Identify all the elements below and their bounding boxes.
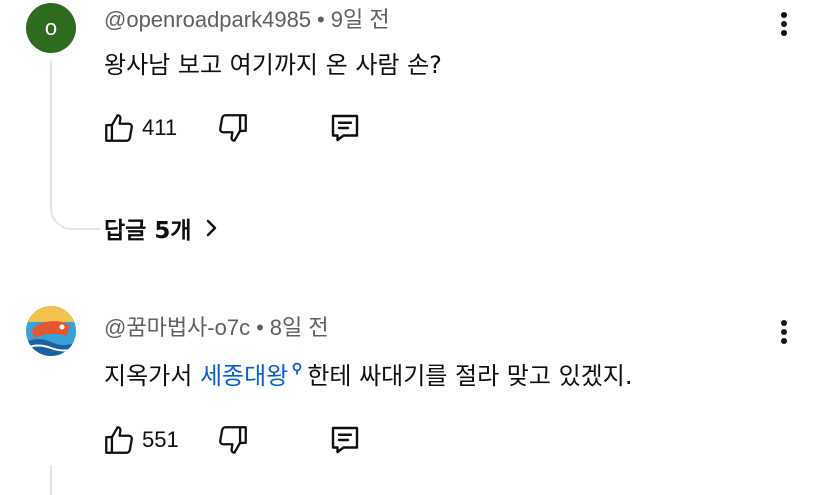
comment: o @openroadpark4985 • 9일 전 왕사남 보고 여기까지 온 사…: [0, 0, 835, 265]
comment-actions: 551: [102, 420, 359, 460]
author-name[interactable]: @꿈마법사-o7c: [104, 315, 250, 340]
thread-line: [50, 465, 52, 495]
more-vert-icon: [781, 12, 787, 18]
dislike-button[interactable]: [216, 420, 250, 460]
replies-toggle[interactable]: 답글 5개: [104, 211, 220, 245]
search-link[interactable]: 세종대왕: [200, 362, 288, 390]
thumb-up-icon: [105, 426, 133, 454]
comment-text-before: 지옥가서: [104, 362, 200, 390]
search-icon[interactable]: [291, 356, 303, 384]
comment-text: 지옥가서 세종대왕 한테 싸대기를 절라 맞고 있겠지.: [104, 356, 632, 391]
thread-line: [50, 60, 100, 230]
comment: @꿈마법사-o7c • 8일 전 지옥가서 세종대왕 한테 싸대기를 절라 맞고 있겠…: [0, 300, 835, 495]
comment-text-after: 한테 싸대기를 절라 맞고 있겠지.: [307, 362, 633, 390]
chevron-right-icon: [206, 219, 216, 237]
comment-meta: @openroadpark4985 • 9일 전: [104, 2, 390, 34]
comment-time[interactable]: 9일 전: [331, 7, 390, 32]
thumb-down-icon: [219, 114, 247, 142]
like-button[interactable]: 411: [102, 111, 177, 145]
comment-text: 왕사남 보고 여기까지 온 사람 손?: [104, 51, 442, 79]
more-vert-icon: [781, 320, 787, 326]
comment-meta: @꿈마법사-o7c • 8일 전: [104, 310, 329, 342]
reply-icon: [331, 426, 359, 454]
avatar-image: [26, 306, 76, 356]
reply-button[interactable]: [327, 108, 363, 148]
comment-time[interactable]: 8일 전: [270, 315, 329, 340]
reply-button[interactable]: [327, 420, 363, 460]
meta-separator: •: [256, 315, 264, 340]
more-options-button[interactable]: [774, 4, 794, 44]
meta-separator: •: [317, 7, 325, 32]
like-count: 551: [142, 427, 179, 452]
thumb-up-icon: [105, 114, 133, 142]
avatar[interactable]: o: [26, 3, 76, 53]
avatar[interactable]: [26, 306, 76, 356]
author-name[interactable]: @openroadpark4985: [104, 7, 311, 32]
replies-label: 답글 5개: [104, 218, 192, 244]
dislike-button[interactable]: [216, 108, 250, 148]
reply-icon: [331, 114, 359, 142]
more-options-button[interactable]: [774, 312, 794, 352]
comment-actions: 411: [102, 108, 359, 148]
like-count: 411: [142, 115, 178, 140]
like-button[interactable]: 551: [102, 423, 179, 457]
thumb-down-icon: [219, 426, 247, 454]
